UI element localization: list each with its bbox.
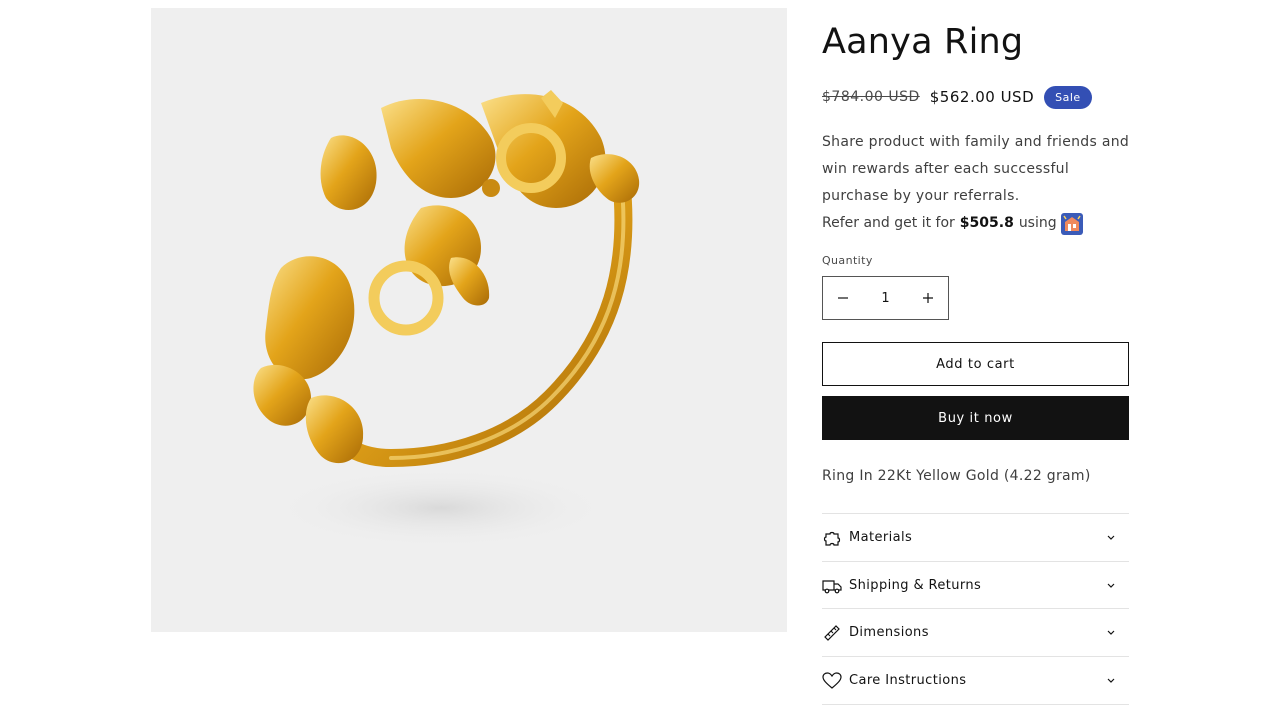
accordion-label: Care Instructions xyxy=(849,673,967,688)
chevron-down-icon xyxy=(1107,630,1115,635)
sale-badge: Sale xyxy=(1044,85,1092,109)
accordion-label: Shipping & Returns xyxy=(849,578,982,593)
accordion-materials[interactable]: Materials xyxy=(822,513,1129,561)
original-price: $784.00 USD xyxy=(822,89,920,105)
product-image[interactable] xyxy=(151,8,787,632)
accordion-label: Materials xyxy=(849,530,913,545)
refer-prefix: Refer and get it for xyxy=(822,215,955,231)
product-description: Ring In 22Kt Yellow Gold (4.22 gram) xyxy=(822,468,1091,484)
refer-price: $505.8 xyxy=(959,215,1014,231)
chevron-down-icon xyxy=(1107,535,1115,540)
quantity-input[interactable] xyxy=(863,289,908,307)
accordion-dimensions[interactable]: Dimensions xyxy=(822,608,1129,656)
plus-icon[interactable] xyxy=(908,277,949,319)
ruler-icon xyxy=(822,623,842,643)
minus-icon[interactable] xyxy=(823,277,864,319)
sale-price: $562.00 USD xyxy=(929,88,1035,106)
price-row: $784.00 USD $562.00 USD Sale xyxy=(822,84,1092,110)
accordion-shipping[interactable]: Shipping & Returns xyxy=(822,561,1129,609)
referral-line: Refer and get it for $505.8 using xyxy=(822,210,1083,237)
referral-app-logo-icon[interactable] xyxy=(1060,212,1083,235)
truck-icon xyxy=(822,576,842,596)
add-to-cart-button[interactable]: Add to cart xyxy=(822,342,1129,386)
gold-ring-illustration xyxy=(253,90,640,548)
quantity-label: Quantity xyxy=(822,254,873,267)
chevron-down-icon xyxy=(1107,583,1115,588)
buy-it-now-button[interactable]: Buy it now xyxy=(822,396,1129,440)
accordion-label: Dimensions xyxy=(849,625,929,640)
product-title: Aanya Ring xyxy=(822,22,1024,62)
puzzle-icon xyxy=(822,528,842,548)
accordion-care[interactable]: Care Instructions xyxy=(822,656,1129,705)
chevron-down-icon xyxy=(1107,678,1115,683)
quantity-stepper xyxy=(822,276,949,320)
heart-icon xyxy=(822,671,842,691)
share-description: Share product with family and friends an… xyxy=(822,134,1130,204)
refer-suffix: using xyxy=(1018,215,1057,231)
